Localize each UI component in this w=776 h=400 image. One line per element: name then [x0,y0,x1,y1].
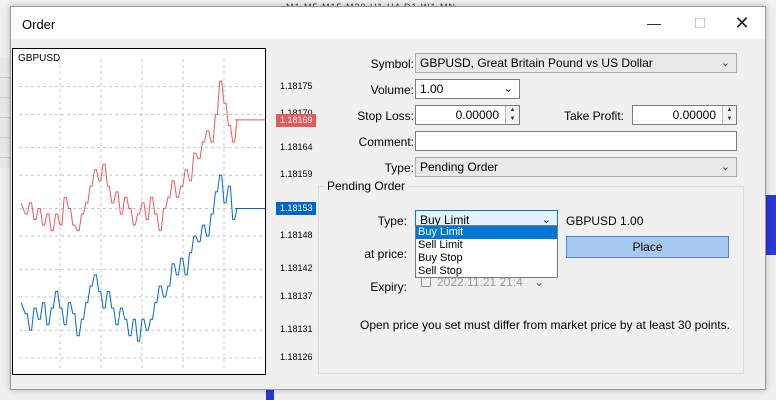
bid-price-line [20,174,239,342]
window-title: Order [22,17,56,32]
take-profit-field[interactable]: 0.00000 ▲ ▼ [632,105,737,125]
spin-arrows-icon[interactable]: ▲ ▼ [505,106,519,124]
comment-label: Comment: [358,135,414,149]
price-tick-label: 1.18131 [280,324,313,335]
panel-row [0,138,10,158]
price-tick-label: 1.18142 [280,263,313,274]
close-icon[interactable]: ✕ [719,7,765,39]
price-axis: 1.181751.181701.181641.181591.181531.181… [266,48,316,375]
background-candle [766,195,776,255]
panel-row [0,58,10,78]
take-profit-label: Take Profit: [563,109,624,123]
stop-loss-value: 0.00000 [455,108,499,122]
pending-type-dropdown: Buy Limit Sell Limit Buy Stop Sell Stop [415,225,558,278]
price-note: Open price you set must differ from mark… [360,318,730,332]
option-buy-limit[interactable]: Buy Limit [416,226,557,239]
price-chart: GBPUSD [12,48,266,375]
take-profit-value: 0.00000 [672,108,716,122]
symbol-select[interactable]: GBPUSD, Great Britain Pound vs US Dollar… [415,53,737,73]
terminal-left-panel [0,58,10,168]
price-tick-label: 1.18175 [280,80,313,91]
panel-row [0,98,10,118]
place-button[interactable]: Place [566,236,729,258]
volume-value: 1.00 [420,82,444,96]
option-sell-limit[interactable]: Sell Limit [416,239,557,252]
stop-loss-field[interactable]: 0.00000 ▲ ▼ [415,105,520,125]
chevron-down-icon: ⌄ [720,161,730,173]
order-type-select[interactable]: Pending Order ⌄ [415,157,737,177]
price-tick-label: 1.18159 [280,169,313,180]
type-label: Type: [384,161,414,175]
pending-order-title: Pending Order [325,179,408,193]
panel-row [0,78,10,98]
symbol-label: Symbol: [370,57,414,71]
bid-price-tag: 1.18153 [276,202,316,216]
pending-type-label: Type: [377,214,407,228]
at-price-label: at price: [364,247,407,261]
volume-select[interactable]: 1.00 ⌄ [415,79,520,99]
stop-loss-label: Stop Loss: [357,109,414,123]
option-sell-stop[interactable]: Sell Stop [416,265,557,278]
chart-canvas [19,59,265,369]
price-tick-label: 1.18148 [280,230,313,241]
volume-label: Volume: [370,83,414,97]
price-tick-label: 1.18137 [280,291,313,302]
maximize-icon: ☐ [693,14,707,31]
chevron-down-icon: ⌄ [503,83,513,95]
option-buy-stop[interactable]: Buy Stop [416,252,557,265]
chevron-down-icon: ⌄ [720,57,730,69]
price-tick-label: 1.18126 [280,351,313,362]
spin-arrows-icon[interactable]: ▲ ▼ [722,106,736,124]
minimize-icon[interactable]: — [631,7,677,39]
ask-price-tag: 1.18169 [276,113,316,127]
order-type-value: Pending Order [420,160,499,174]
panel-row [0,118,10,138]
comment-field[interactable] [415,131,737,151]
symbol-volume-text: GBPUSD 1.00 [566,214,644,228]
expiry-checkbox[interactable] [421,277,431,287]
title-bar: Order — ☐ ✕ [11,7,765,39]
price-tick-label: 1.18164 [280,141,313,152]
expiry-label: Expiry: [370,280,407,294]
symbol-value: GBPUSD, Great Britain Pound vs US Dollar [420,56,653,70]
